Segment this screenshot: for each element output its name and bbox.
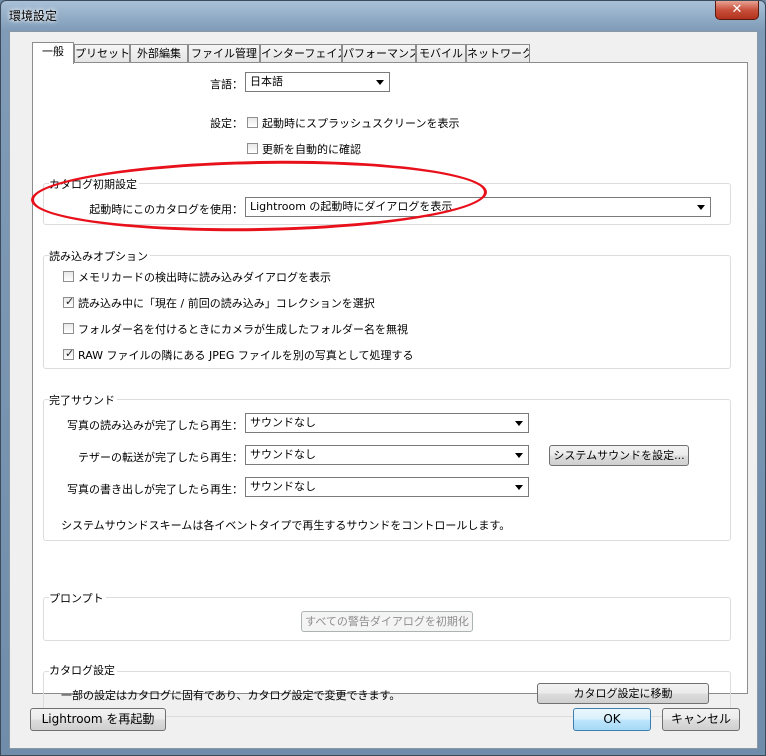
- tab-network[interactable]: ネットワーク: [466, 44, 530, 63]
- tether-sound-select[interactable]: サウンドなし: [245, 445, 529, 465]
- chevron-down-icon: [376, 80, 384, 85]
- checkmark-icon: ✓: [65, 347, 75, 360]
- tether-sound-value: サウンドなし: [250, 448, 316, 461]
- catalog-settings-note: 一部の設定はカタログに固有であり、カタログ設定で変更できます。: [61, 689, 401, 702]
- language-value: 日本語: [250, 75, 283, 88]
- cancel-button[interactable]: キャンセル: [662, 708, 740, 731]
- auto-update-checkbox[interactable]: [247, 143, 258, 154]
- language-label: 言語：: [210, 78, 243, 91]
- tab-presets[interactable]: プリセット: [74, 44, 130, 63]
- select-collection-label[interactable]: 読み込み中に「現在 / 前回の読み込み」コレクションを選択: [78, 295, 375, 311]
- jpeg-separate-label[interactable]: RAW ファイルの隣にある JPEG ファイルを別の写真として処理する: [78, 347, 414, 363]
- splash-label[interactable]: 起動時にスプラッシュスクリーンを表示: [262, 115, 459, 131]
- ok-button[interactable]: OK: [573, 708, 651, 731]
- general-tab-panel: 言語： 日本語 設定： 起動時にスプラッシュスクリーンを表示 更新を自動的に確認…: [32, 62, 748, 717]
- select-collection-checkbox[interactable]: ✓: [63, 295, 75, 308]
- export-sound-select[interactable]: サウンドなし: [245, 477, 529, 497]
- tab-interface[interactable]: インターフェイス: [260, 44, 342, 63]
- import-sound-label: 写真の読み込みが完了したら再生：: [67, 419, 243, 432]
- checkmark-icon: ✓: [65, 295, 75, 308]
- auto-update-label[interactable]: 更新を自動的に確認: [262, 141, 361, 157]
- settings-label: 設定：: [210, 117, 243, 130]
- tab-external-editing[interactable]: 外部編集: [130, 44, 188, 63]
- tab-mobile[interactable]: モバイル: [416, 44, 466, 63]
- ignore-folder-names-label[interactable]: フォルダー名を付けるときにカメラが生成したフォルダー名を無視: [78, 321, 408, 337]
- language-select[interactable]: 日本語: [245, 72, 390, 92]
- import-sound-value: サウンドなし: [250, 416, 316, 429]
- window-title: 環境設定: [9, 9, 58, 23]
- import-dialog-checkbox[interactable]: [63, 271, 74, 282]
- tab-performance[interactable]: パフォーマンス: [342, 44, 416, 63]
- dialog-client-area: 一般 プリセット 外部編集 ファイル管理 インターフェイス パフォーマンス モバ…: [9, 31, 758, 749]
- chevron-down-icon: [697, 205, 705, 210]
- prompts-title: プロンプト: [49, 590, 106, 606]
- import-options-title: 読み込みオプション: [49, 248, 150, 264]
- close-icon: ✕: [731, 2, 743, 17]
- chevron-down-icon: [515, 453, 523, 458]
- jpeg-separate-checkbox[interactable]: ✓: [63, 347, 75, 360]
- tab-general[interactable]: 一般: [32, 42, 74, 64]
- catalog-settings-title: カタログ設定: [49, 662, 117, 678]
- completion-sounds-title: 完了サウンド: [49, 392, 117, 408]
- sound-scheme-note: システムサウンドスキームは各イベントタイプで再生するサウンドをコントロールします…: [61, 519, 511, 532]
- reset-warnings-button[interactable]: すべての警告ダイアログを初期化: [301, 611, 473, 632]
- export-sound-value: サウンドなし: [250, 480, 316, 493]
- splash-checkbox[interactable]: [247, 117, 258, 128]
- tab-file-handling[interactable]: ファイル管理: [188, 44, 260, 63]
- import-sound-select[interactable]: サウンドなし: [245, 413, 529, 433]
- title-bar[interactable]: 環境設定 ✕: [1, 1, 766, 31]
- goto-catalog-settings-button[interactable]: カタログ設定に移動: [537, 683, 709, 704]
- import-dialog-label[interactable]: メモリカードの検出時に読み込みダイアログを表示: [78, 269, 331, 285]
- system-sound-button[interactable]: システムサウンドを設定...: [549, 445, 689, 466]
- tether-sound-label: テザーの転送が完了したら再生：: [78, 451, 243, 464]
- preferences-window: 環境設定 ✕ 一般 プリセット 外部編集 ファイル管理 インターフェイス パフォ…: [0, 0, 766, 756]
- chevron-down-icon: [515, 485, 523, 490]
- restart-lightroom-button[interactable]: Lightroom を再起動: [30, 708, 166, 731]
- chevron-down-icon: [515, 421, 523, 426]
- close-button[interactable]: ✕: [715, 1, 759, 20]
- export-sound-label: 写真の書き出しが完了したら再生：: [67, 483, 243, 496]
- ignore-folder-names-checkbox[interactable]: [63, 323, 74, 334]
